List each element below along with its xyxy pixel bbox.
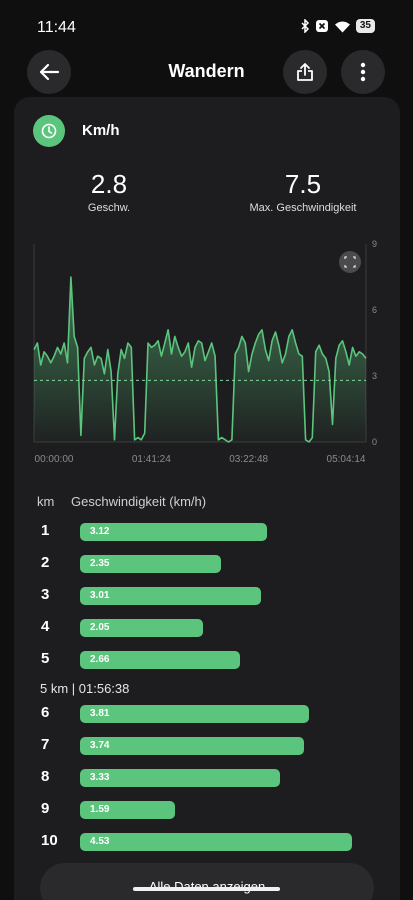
share-icon — [297, 63, 313, 81]
km-speed-value: 2.05 — [90, 622, 110, 633]
km-speed-value: 3.33 — [90, 772, 110, 783]
column-speed-header: Geschwindigkeit (km/h) — [71, 494, 207, 509]
column-km-header: km — [37, 494, 55, 509]
km-speed-bar: 4.53 — [80, 833, 352, 851]
km-speed-bar: 2.66 — [80, 651, 240, 669]
y-tick-label: 9 — [372, 239, 377, 249]
home-indicator — [133, 887, 280, 891]
y-tick-label: 3 — [372, 371, 377, 381]
y-tick-label: 6 — [372, 305, 377, 315]
no-sim-icon — [315, 20, 328, 32]
km-speed-value: 2.66 — [90, 654, 110, 665]
km-speed-bar: 1.59 — [80, 801, 175, 819]
bluetooth-icon — [301, 19, 309, 33]
km-speed-value: 4.53 — [90, 836, 110, 847]
km-speed-value: 1.59 — [90, 804, 110, 815]
y-tick-label: 0 — [372, 437, 377, 447]
status-bar: 11:44 35 — [0, 0, 413, 50]
km-row-number: 7 — [41, 736, 50, 753]
km-row-number: 5 — [41, 650, 50, 667]
km-row-number: 8 — [41, 768, 50, 785]
more-options-button[interactable] — [341, 50, 385, 94]
km-speed-value: 3.81 — [90, 708, 110, 719]
km-speed-bar: 2.05 — [80, 619, 203, 637]
km-row-number: 6 — [41, 704, 50, 721]
speed-card: Km/h 2.8 Geschw. 7.5 Max. Geschwindigkei… — [14, 97, 400, 900]
x-tick-label: 05:04:14 — [327, 454, 366, 465]
km-speed-bar: 3.81 — [80, 705, 309, 723]
km-row-number: 2 — [41, 554, 50, 571]
status-icons: 35 — [300, 19, 375, 33]
km-speed-bar: 2.35 — [80, 555, 221, 573]
km-row-number: 4 — [41, 618, 50, 635]
x-tick-label: 00:00:00 — [35, 454, 74, 465]
km-row-number: 3 — [41, 586, 50, 603]
more-vertical-icon — [360, 62, 366, 82]
chart-plot — [33, 276, 367, 443]
expand-chart-button[interactable] — [339, 251, 361, 273]
speed-chart: 0 3 6 9 00:00:00 01:41:24 03:22:48 05:04:14 — [33, 239, 377, 465]
x-tick-label: 01:41:24 — [132, 454, 171, 465]
x-tick-label: 03:22:48 — [229, 454, 268, 465]
share-button[interactable] — [283, 50, 327, 94]
km-row-number: 10 — [41, 832, 58, 849]
battery-indicator: 35 — [355, 19, 375, 33]
status-time: 11:44 — [37, 19, 76, 36]
km-speed-bar: 3.01 — [80, 587, 261, 605]
km-speed-value: 3.74 — [90, 740, 110, 751]
km-speed-value: 3.01 — [90, 590, 110, 601]
km-speed-bar: 3.12 — [80, 523, 267, 541]
wifi-icon — [334, 21, 350, 32]
km-row-number: 9 — [41, 800, 50, 817]
split-summary: 5 km | 01:56:38 — [40, 681, 130, 696]
header: Wandern — [0, 50, 413, 96]
km-speed-value: 2.35 — [90, 558, 110, 569]
km-speed-value: 3.12 — [90, 526, 110, 537]
km-row-number: 1 — [41, 522, 50, 539]
show-all-data-button[interactable]: Alle Daten anzeigen — [40, 863, 374, 900]
km-speed-bar: 3.74 — [80, 737, 304, 755]
km-speed-bar: 3.33 — [80, 769, 280, 787]
